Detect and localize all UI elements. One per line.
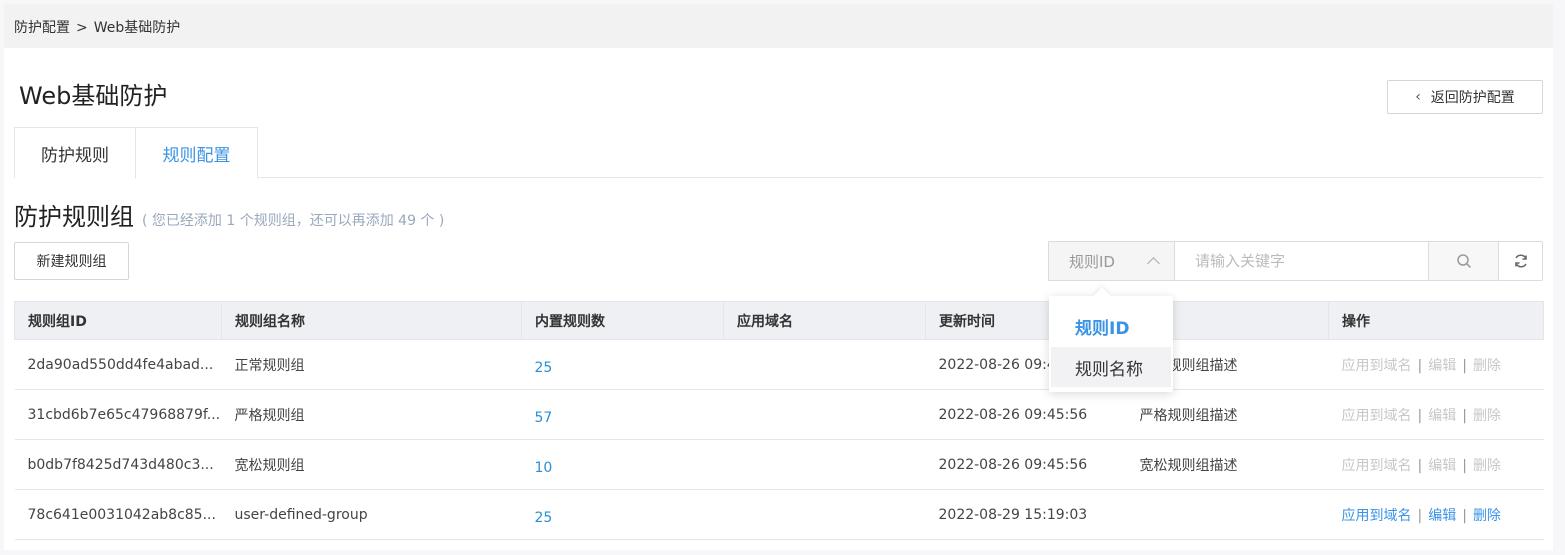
delete-link[interactable]: 删除 bbox=[1473, 358, 1501, 374]
search-field-dropdown: 规则ID 规则名称 bbox=[1049, 287, 1173, 392]
breadcrumb-parent[interactable]: 防护配置 bbox=[14, 20, 70, 36]
new-rule-group-button[interactable]: 新建规则组 bbox=[14, 242, 129, 280]
table-header-row: 规则组ID 规则组名称 内置规则数 应用域名 更新时间 描述 操作 bbox=[14, 301, 1544, 340]
separator: | bbox=[1417, 507, 1423, 524]
back-button-label: 返回防护配置 bbox=[1430, 90, 1515, 106]
separator: | bbox=[1462, 407, 1467, 424]
cell-id: 31cbd6b7e65c47968879f... bbox=[14, 389, 222, 440]
search-field-select[interactable]: 规则ID bbox=[1049, 242, 1175, 280]
page-title: Web基础防护 bbox=[19, 82, 168, 110]
cell-name: 宽松规则组 bbox=[221, 439, 522, 490]
chevron-left-icon: ‹ bbox=[1415, 89, 1421, 105]
cell-time: 2022-08-29 15:19:03 bbox=[925, 489, 1127, 540]
section-header: 防护规则组 ( 您已经添加 1 个规则组，还可以再添加 49 个 ) bbox=[14, 197, 444, 232]
cell-desc: 宽松规则组描述 bbox=[1126, 439, 1329, 490]
breadcrumb-separator: > bbox=[76, 20, 88, 36]
table-row: b0db7f8425d743d480c3... 宽松规则组 10 2022-08… bbox=[14, 439, 1544, 490]
breadcrumb-current: Web基础防护 bbox=[93, 20, 181, 36]
cell-desc: 严格规则组描述 bbox=[1126, 389, 1329, 440]
select-value: 规则ID bbox=[1069, 252, 1115, 271]
apply-domain-link[interactable]: 应用到域名 bbox=[1342, 358, 1412, 374]
separator: | bbox=[1462, 507, 1467, 524]
dropdown-option-rule-id[interactable]: 规则ID bbox=[1051, 306, 1171, 346]
dropdown-option-rule-name[interactable]: 规则名称 bbox=[1051, 347, 1171, 387]
delete-link[interactable]: 删除 bbox=[1473, 408, 1501, 424]
col-header-id: 规则组ID bbox=[14, 301, 222, 340]
cell-count-link[interactable]: 25 bbox=[521, 339, 724, 390]
apply-domain-link[interactable]: 应用到域名 bbox=[1342, 508, 1412, 524]
cell-domain bbox=[723, 339, 926, 390]
back-to-config-button[interactable]: ‹ 返回防护配置 bbox=[1387, 80, 1543, 114]
delete-link[interactable]: 删除 bbox=[1473, 508, 1501, 524]
col-header-name: 规则组名称 bbox=[221, 301, 522, 340]
cell-name: user-defined-group bbox=[221, 489, 522, 540]
edit-link[interactable]: 编辑 bbox=[1428, 458, 1456, 474]
cell-time: 2022-08-26 09:45:56 bbox=[925, 389, 1127, 440]
search-button[interactable] bbox=[1428, 242, 1498, 280]
separator: | bbox=[1417, 457, 1423, 474]
table-row: 2da90ad550dd4fe4abad... 正常规则组 25 2022-08… bbox=[14, 339, 1544, 390]
col-header-count: 内置规则数 bbox=[521, 301, 724, 340]
cell-count-link[interactable]: 10 bbox=[521, 439, 724, 490]
search-input[interactable] bbox=[1175, 242, 1428, 280]
cell-id: b0db7f8425d743d480c3... bbox=[14, 439, 222, 490]
edit-link[interactable]: 编辑 bbox=[1428, 408, 1456, 424]
separator: | bbox=[1417, 357, 1423, 374]
apply-domain-link[interactable]: 应用到域名 bbox=[1342, 458, 1412, 474]
dropdown-arrow bbox=[1093, 287, 1111, 305]
search-bar: 规则ID bbox=[1048, 241, 1499, 281]
separator: | bbox=[1417, 407, 1423, 424]
cell-name: 严格规则组 bbox=[221, 389, 522, 440]
cell-id: 78c641e0031042ab8c85... bbox=[14, 489, 222, 540]
cell-actions: 应用到域名 | 编辑 | 删除 bbox=[1328, 339, 1544, 390]
tab-rule-config[interactable]: 规则配置 bbox=[135, 127, 258, 179]
cell-time: 2022-08-26 09:45:56 bbox=[925, 439, 1127, 490]
section-title: 防护规则组 bbox=[14, 203, 134, 231]
refresh-button[interactable] bbox=[1498, 241, 1543, 281]
tab-protection-rules[interactable]: 防护规则 bbox=[14, 127, 136, 178]
cell-domain bbox=[723, 389, 926, 440]
edit-link[interactable]: 编辑 bbox=[1428, 358, 1456, 374]
cell-domain bbox=[723, 489, 926, 540]
separator: | bbox=[1462, 357, 1467, 374]
table-row: 78c641e0031042ab8c85... user-defined-gro… bbox=[14, 489, 1544, 540]
cell-name: 正常规则组 bbox=[221, 339, 522, 390]
rule-group-table: 规则组ID 规则组名称 内置规则数 应用域名 更新时间 描述 操作 2da90a… bbox=[14, 301, 1544, 540]
cell-actions: 应用到域名 | 编辑 | 删除 bbox=[1328, 439, 1544, 490]
col-header-domain: 应用域名 bbox=[723, 301, 926, 340]
cell-actions: 应用到域名 | 编辑 | 删除 bbox=[1328, 389, 1544, 440]
cell-domain bbox=[723, 439, 926, 490]
chevron-up-icon bbox=[1147, 257, 1160, 270]
cell-id: 2da90ad550dd4fe4abad... bbox=[14, 339, 222, 390]
delete-link[interactable]: 删除 bbox=[1473, 458, 1501, 474]
breadcrumb-bar: 防护配置 > Web基础防护 bbox=[4, 4, 1553, 48]
edit-link[interactable]: 编辑 bbox=[1428, 508, 1456, 524]
refresh-icon bbox=[1514, 254, 1527, 268]
tab-bar: 防护规则 规则配置 bbox=[14, 127, 1543, 179]
col-header-actions: 操作 bbox=[1328, 301, 1544, 340]
section-hint: ( 您已经添加 1 个规则组，还可以再添加 49 个 ) bbox=[142, 213, 445, 229]
separator: | bbox=[1462, 457, 1467, 474]
table-row: 31cbd6b7e65c47968879f... 严格规则组 57 2022-0… bbox=[14, 389, 1544, 440]
cell-actions: 应用到域名 | 编辑 | 删除 bbox=[1328, 489, 1544, 540]
page-frame: 防护配置 > Web基础防护 Web基础防护 ‹ 返回防护配置 防护规则 规则配置 … bbox=[4, 4, 1553, 550]
apply-domain-link[interactable]: 应用到域名 bbox=[1342, 408, 1412, 424]
cell-count-link[interactable]: 57 bbox=[521, 389, 724, 440]
cell-count-link[interactable]: 25 bbox=[521, 489, 724, 540]
cell-desc bbox=[1126, 489, 1329, 540]
search-icon bbox=[1456, 254, 1471, 269]
breadcrumb: 防护配置 > Web基础防护 bbox=[14, 17, 180, 37]
